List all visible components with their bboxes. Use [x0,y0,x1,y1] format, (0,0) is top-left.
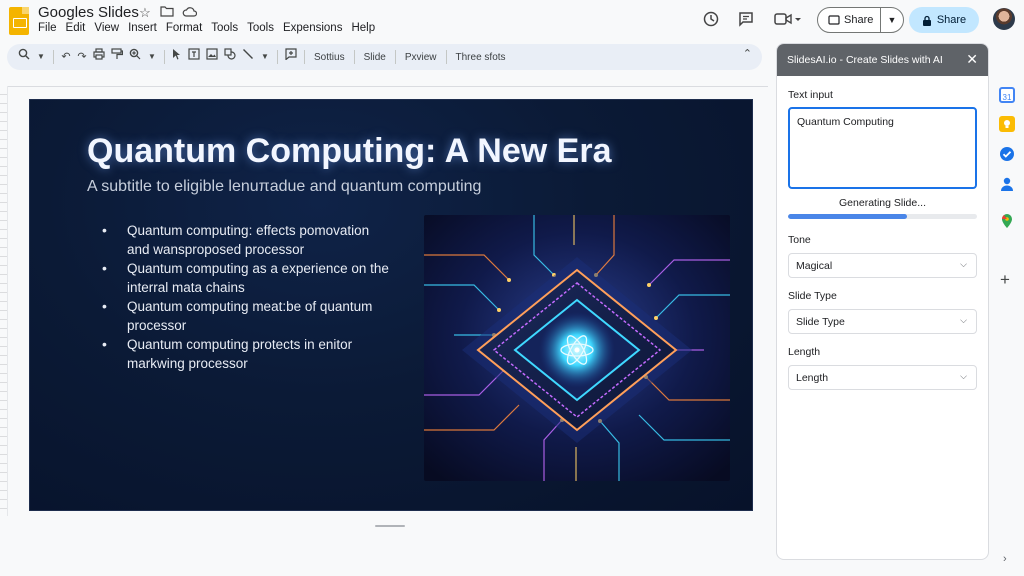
print-icon[interactable] [90,47,108,67]
menu-bar: File Edit View Insert Format Tools Tools… [38,22,375,34]
slide-type-select[interactable]: Slide Type ⌵ [788,309,977,334]
toolbar-item-background[interactable]: Sottius [309,52,350,63]
panel-title: SlidesAI.io - Create Slides with AI [787,54,943,66]
image-icon[interactable] [203,47,221,67]
slides-logo-icon[interactable] [9,7,29,35]
menu-tools-2[interactable]: Tools [247,22,274,34]
tone-select-value: Magical [796,259,833,272]
avatar[interactable] [993,8,1015,30]
history-icon[interactable] [701,10,721,30]
line-icon[interactable] [239,47,257,67]
svg-text:31: 31 [1003,93,1012,102]
lock-icon [922,15,931,26]
close-icon[interactable]: ✕ [966,52,978,66]
star-icon[interactable]: ☆ [136,5,154,21]
redo-icon[interactable]: ↷ [74,47,90,67]
toolbar-item-theme[interactable]: Pxview [400,52,442,63]
toolbar-item-transition[interactable]: Three sfots [451,52,511,63]
keep-icon[interactable] [999,116,1015,132]
slide-subtitle[interactable]: A subtitle to eligible lenuπadue and qua… [87,178,481,196]
quantum-chip-image[interactable] [424,215,730,481]
app-header: Googles Slides ☆ File Edit View Insert F… [0,0,1024,44]
menu-view[interactable]: View [94,22,119,34]
cursor-select-icon[interactable] [169,47,185,67]
menu-format[interactable]: Format [166,22,202,34]
bullet-item: Quantum computing: effects pomovation an… [102,221,392,259]
menu-file[interactable]: File [38,22,57,34]
bullet-item: Quantum computing as a experience on the… [102,259,392,297]
calendar-icon[interactable]: 31 [999,87,1015,103]
cloud-status-icon[interactable] [180,5,198,21]
length-select-value: Length [796,371,829,384]
text-input-label: Text input [788,89,833,101]
panel-resize-handle[interactable] [375,525,405,527]
text-box-icon[interactable] [185,47,203,67]
slide-title[interactable]: Quantum Computing: A New Era [87,132,611,171]
tasks-icon[interactable] [999,146,1015,162]
video-call-icon[interactable] [772,10,804,30]
add-addon-icon[interactable]: + [1000,271,1010,288]
move-folder-icon[interactable] [158,5,176,21]
chevron-down-icon[interactable]: ▼ [257,47,273,67]
tone-label: Tone [788,234,811,246]
menu-tools[interactable]: Tools [211,22,238,34]
chevron-down-icon: ⌵ [960,259,967,269]
toolbar-item-layout[interactable]: Slide [359,52,391,63]
vertical-ruler [0,86,8,516]
slideshow-icon [828,15,840,25]
menu-edit[interactable]: Edit [66,22,86,34]
slide-type-select-value: Slide Type [796,315,845,328]
slide-canvas[interactable]: Quantum Computing: A New Era A subtitle … [29,99,753,511]
length-label: Length [788,346,821,358]
bullet-item: Quantum computing protects in enitor mar… [102,335,392,373]
comment-icon[interactable] [736,10,756,30]
chevron-down-icon[interactable]: ▼ [33,47,49,67]
slidesai-panel: SlidesAI.io - Create Slides with AI ✕ Te… [776,43,989,560]
chevron-down-icon[interactable]: ▼ [144,47,160,67]
maps-icon[interactable] [999,213,1015,229]
undo-icon[interactable]: ↶ [58,47,74,67]
share-button[interactable]: Share [909,7,979,33]
text-input-field[interactable] [788,107,977,189]
slide-type-label: Slide Type [788,290,837,302]
chevron-down-icon: ⌵ [960,371,967,381]
document-title[interactable]: Googles Slides [38,4,139,21]
share-outline-label: Share [844,14,874,26]
tone-select[interactable]: Magical ⌵ [788,253,977,278]
panel-header: SlidesAI.io - Create Slides with AI ✕ [777,44,988,76]
chevron-down-icon[interactable]: ▼ [881,15,903,25]
generation-progress-bar [788,214,977,219]
chevron-down-icon: ⌵ [960,315,967,325]
shape-icon[interactable] [221,47,239,67]
add-comment-icon[interactable] [282,47,300,67]
menu-extensions[interactable]: Expensions [283,22,342,34]
progress-fill [788,214,908,219]
present-share-button[interactable]: Share ▼ [817,7,904,33]
bullet-item: Quantum computing meat:be of quantum pro… [102,297,392,335]
paint-format-icon[interactable] [108,47,126,67]
generating-status: Generating Slide... [839,197,926,209]
menu-help[interactable]: Help [351,22,375,34]
collapse-toolbar-icon[interactable]: ⌃ [743,47,752,60]
share-button-label: Share [936,14,967,26]
bullet-list[interactable]: Quantum computing: effects pomovation an… [102,221,392,373]
menu-insert[interactable]: Insert [128,22,157,34]
main-toolbar: ▼ ↶ ↷ ▼ ▼ Sottius Slide Pxview Three sfo… [7,44,762,70]
length-select[interactable]: Length ⌵ [788,365,977,390]
chevron-right-icon[interactable]: › [1003,553,1007,565]
contacts-icon[interactable] [999,176,1015,192]
search-icon[interactable] [15,47,33,67]
horizontal-ruler [8,86,768,87]
zoom-icon[interactable] [126,47,144,67]
